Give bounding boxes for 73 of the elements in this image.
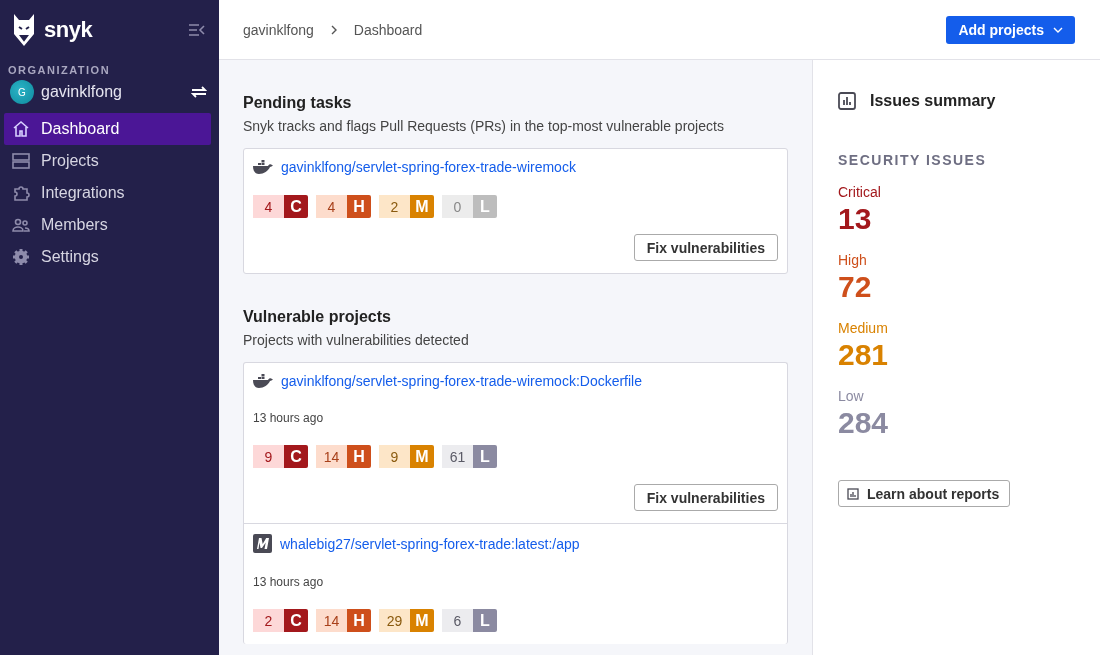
section-subtitle: Snyk tracks and flags Pull Requests (PRs) in the top-most vulnerable projects bbox=[243, 118, 725, 134]
nav-item[interactable]: Integrations bbox=[4, 177, 211, 209]
issue-count: 4 bbox=[253, 195, 284, 218]
severity-label: Low bbox=[838, 388, 865, 404]
nav-item[interactable]: Members bbox=[4, 209, 211, 241]
issue-count: 29 bbox=[379, 609, 410, 632]
issue-count: 6 bbox=[442, 609, 473, 632]
severity-letter: L bbox=[473, 195, 497, 218]
docker-whale-icon bbox=[253, 160, 273, 174]
nav-item[interactable]: Dashboard bbox=[4, 113, 211, 145]
issue-total: 281 bbox=[838, 338, 890, 372]
issue-total: 72 bbox=[838, 270, 873, 304]
issue-count: 14 bbox=[316, 445, 347, 468]
issue-count: 2 bbox=[379, 195, 410, 218]
bar-chart-icon bbox=[847, 487, 859, 500]
issue-count: 0 bbox=[442, 195, 473, 218]
severity-letter: C bbox=[284, 195, 308, 218]
fix-vulnerabilities-button[interactable]: Fix vulnerabilities bbox=[633, 484, 778, 511]
nav-item[interactable]: Settings bbox=[4, 241, 211, 273]
org-avatar: G bbox=[10, 80, 34, 104]
issue-total: 284 bbox=[838, 406, 890, 440]
fix-vulnerabilities-button[interactable]: Fix vulnerabilities bbox=[633, 234, 778, 261]
nav-item[interactable]: Projects bbox=[4, 145, 211, 177]
severity-letter: H bbox=[347, 445, 371, 468]
bar-chart-icon bbox=[838, 92, 856, 110]
breadcrumb-item[interactable]: Dashboard bbox=[353, 21, 423, 38]
section-title: Vulnerable projects bbox=[243, 308, 392, 326]
learn-about-reports-button[interactable]: Learn about reports bbox=[838, 480, 1011, 507]
section-label: ORGANIZATION bbox=[7, 63, 112, 76]
severity-letter: M bbox=[410, 445, 434, 468]
issue-count: 14 bbox=[316, 609, 347, 632]
scan-time: 13 hours ago bbox=[253, 575, 325, 589]
docker-whale-icon bbox=[253, 374, 273, 388]
collapse-sidebar-icon[interactable] bbox=[189, 24, 205, 36]
issue-count: 9 bbox=[379, 445, 410, 468]
panel-title: Issues summary bbox=[870, 92, 996, 110]
brand-name: snyk bbox=[44, 17, 93, 43]
breadcrumb-item[interactable]: gavinklfong bbox=[243, 21, 314, 38]
project-link[interactable]: gavinklfong/servlet-spring-forex-trade-wiremock:Dockerfile bbox=[281, 373, 642, 389]
project-link[interactable]: whalebig27/servlet-spring-forex-trade:latest:/app bbox=[280, 535, 580, 552]
severity-letter: C bbox=[284, 445, 308, 468]
severity-letter: L bbox=[473, 445, 497, 468]
severity-label: Medium bbox=[838, 320, 889, 336]
members-icon bbox=[12, 216, 30, 234]
severity-letter: L bbox=[473, 609, 497, 632]
add-projects-button[interactable]: Add projects bbox=[946, 15, 1075, 44]
issue-count: 9 bbox=[253, 445, 284, 468]
section-label: SECURITY ISSUES bbox=[838, 152, 988, 168]
puzzle-icon bbox=[12, 184, 30, 202]
switch-arrows-icon[interactable] bbox=[191, 86, 207, 98]
letter-m-logo-icon bbox=[253, 534, 272, 553]
severity-letter: M bbox=[410, 195, 434, 218]
section-title: Pending tasks bbox=[243, 94, 353, 112]
issue-count: 2 bbox=[253, 609, 284, 632]
severity-label: Critical bbox=[838, 184, 882, 200]
project-link[interactable]: gavinklfong/servlet-spring-forex-trade-wiremock bbox=[281, 159, 576, 175]
issue-count: 61 bbox=[442, 445, 473, 468]
severity-letter: H bbox=[347, 609, 371, 632]
projects-icon bbox=[12, 152, 30, 170]
issue-total: 13 bbox=[838, 202, 873, 236]
severity-label: High bbox=[838, 252, 868, 268]
severity-letter: M bbox=[410, 609, 434, 632]
dog-logo-icon bbox=[12, 14, 36, 46]
home-icon bbox=[12, 120, 30, 138]
org-name[interactable]: gavinklfong bbox=[41, 83, 184, 101]
scan-time: 13 hours ago bbox=[253, 411, 325, 425]
severity-letter: H bbox=[347, 195, 371, 218]
section-subtitle: Projects with vulnerabilities detected bbox=[243, 332, 470, 348]
issue-count: 4 bbox=[316, 195, 347, 218]
severity-letter: C bbox=[284, 609, 308, 632]
caret-icon bbox=[1053, 26, 1063, 33]
gear-icon bbox=[12, 248, 30, 266]
chevron-right-icon bbox=[329, 24, 338, 35]
